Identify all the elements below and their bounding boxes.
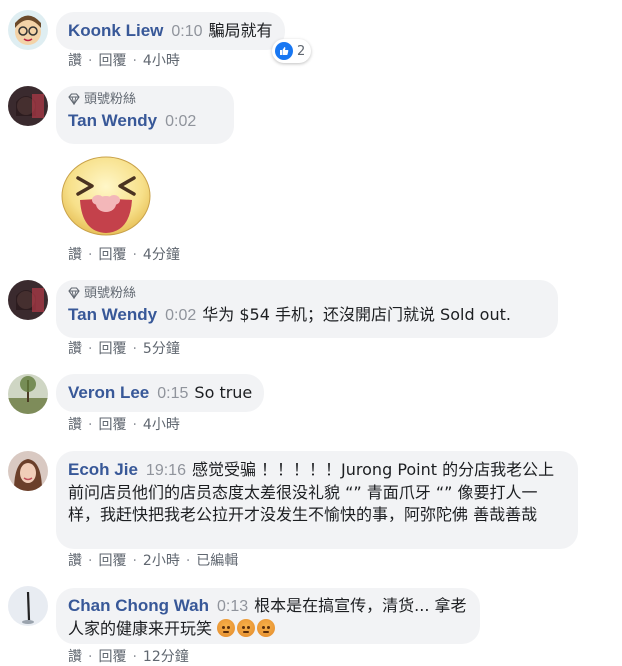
- reaction-count: 2: [297, 43, 306, 59]
- commenter-name[interactable]: Tan Wendy: [68, 111, 157, 130]
- like-link[interactable]: 讚: [68, 417, 82, 433]
- avatar[interactable]: [8, 451, 48, 491]
- sticker-image: [60, 154, 152, 236]
- comment-text: 华为 $54 手机；还沒開店门就说 Sold out.: [202, 305, 511, 324]
- comment-actions: 讚 · 回覆 · 4分鐘: [68, 247, 180, 263]
- comment-time[interactable]: 4小時: [143, 417, 180, 433]
- comment-text: 感觉受骗 ！！！！！Jurong Point 的分店我老公上前问店员他们的店员态…: [68, 460, 555, 524]
- comment-actions: 讚 · 回覆 · 4小時: [68, 53, 180, 69]
- commenter-name[interactable]: Koonk Liew: [68, 21, 163, 40]
- comment-time[interactable]: 4分鐘: [143, 247, 180, 263]
- comment-bubble: Koonk Liew 0:10 騙局就有: [56, 12, 285, 50]
- video-timestamp[interactable]: 19:16: [146, 462, 186, 479]
- top-fan-label: 頭號粉絲: [84, 286, 137, 301]
- comment-actions: 讚 · 回覆 · 12分鐘: [68, 649, 189, 665]
- reaction-badge[interactable]: 2: [272, 39, 312, 63]
- reply-link[interactable]: 回覆: [98, 553, 126, 569]
- commenter-name[interactable]: Chan Chong Wah: [68, 596, 209, 615]
- like-icon: [275, 42, 293, 60]
- comment-bubble: Ecoh Jie 19:16 感觉受骗 ！！！！！Jurong Point 的分店我…: [56, 451, 578, 549]
- diamond-icon: [68, 287, 80, 299]
- angry-emoji-icon: [237, 619, 256, 637]
- comment-bubble: Veron Lee 0:15 So true: [56, 374, 265, 412]
- edited-label[interactable]: 已編輯: [196, 553, 238, 569]
- avatar[interactable]: [8, 586, 48, 626]
- like-link[interactable]: 讚: [68, 649, 82, 665]
- commenter-name[interactable]: Ecoh Jie: [68, 460, 138, 479]
- comment-time[interactable]: 5分鐘: [143, 341, 180, 357]
- comment-bubble: 頭號粉絲 Tan Wendy 0:02: [56, 86, 234, 144]
- commenter-name[interactable]: Tan Wendy: [68, 305, 157, 324]
- angry-emoji-icon: [257, 619, 276, 637]
- video-timestamp[interactable]: 0:15: [157, 385, 188, 402]
- comment-text: 騙局就有: [208, 21, 273, 40]
- comment-text: So true: [194, 383, 253, 402]
- comment-bubble: Chan Chong Wah 0:13 根本是在搞宣传，清货... 拿老人家的健康来…: [56, 588, 480, 644]
- commenter-name[interactable]: Veron Lee: [68, 383, 149, 402]
- like-link[interactable]: 讚: [68, 341, 82, 357]
- video-timestamp[interactable]: 0:13: [217, 598, 248, 615]
- comment-actions: 讚 · 回覆 · 5分鐘: [68, 341, 180, 357]
- video-timestamp[interactable]: 0:02: [165, 307, 196, 324]
- video-timestamp[interactable]: 0:02: [165, 113, 196, 130]
- top-fan-label: 頭號粉絲: [84, 92, 137, 107]
- avatar[interactable]: [8, 10, 48, 50]
- like-link[interactable]: 讚: [68, 247, 82, 263]
- avatar[interactable]: [8, 374, 48, 414]
- comment-time[interactable]: 4小時: [143, 53, 180, 69]
- comment-time[interactable]: 2小時: [143, 553, 180, 569]
- reply-link[interactable]: 回覆: [98, 417, 126, 433]
- diamond-icon: [68, 93, 80, 105]
- reply-link[interactable]: 回覆: [98, 247, 126, 263]
- like-link[interactable]: 讚: [68, 53, 82, 69]
- top-fan-badge[interactable]: 頭號粉絲: [68, 286, 546, 302]
- avatar[interactable]: [8, 86, 48, 126]
- reply-link[interactable]: 回覆: [98, 649, 126, 665]
- comment-time[interactable]: 12分鐘: [143, 649, 189, 665]
- reply-link[interactable]: 回覆: [98, 53, 126, 69]
- avatar[interactable]: [8, 280, 48, 320]
- comment-actions: 讚 · 回覆 · 4小時: [68, 417, 180, 433]
- reply-link[interactable]: 回覆: [98, 341, 126, 357]
- like-link[interactable]: 讚: [68, 553, 82, 569]
- angry-emoji-icon: [217, 619, 236, 637]
- top-fan-badge[interactable]: 頭號粉絲: [68, 92, 222, 108]
- comment-bubble: 頭號粉絲 Tan Wendy 0:02 华为 $54 手机；还沒開店门就说 Sold…: [56, 280, 558, 338]
- video-timestamp[interactable]: 0:10: [171, 23, 202, 40]
- comment-actions: 讚 · 回覆 · 2小時 · 已編輯: [68, 553, 239, 569]
